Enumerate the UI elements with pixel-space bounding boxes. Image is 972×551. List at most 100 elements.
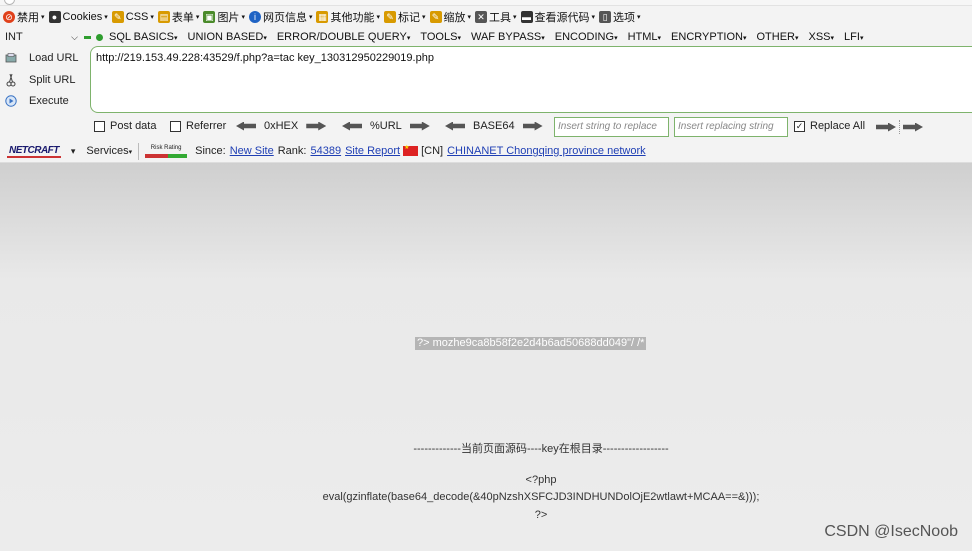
tools-icon: ✕	[475, 11, 488, 23]
replace-arrow-icon[interactable]	[876, 122, 896, 132]
hex-label: 0xHEX	[264, 120, 299, 132]
toolbar1-item-1[interactable]: ● Cookies ▾	[48, 11, 108, 23]
hackbar-menu-1[interactable]: UNION BASED▾	[188, 31, 267, 43]
referrer-checkbox[interactable]: Referrer	[170, 120, 226, 132]
chevron-down-icon: ▾	[195, 14, 200, 21]
webdev-toolbar: ⊘ 禁用 ▾ ● Cookies ▾ ✎ CSS ▾ ▤ 表单 ▾ ▣ 图片 ▾ i 网页信息 ▾ ▦ 其他功能 ▾ ✎ 标…	[0, 6, 972, 28]
hex-encode-arrow-icon[interactable]	[306, 121, 327, 131]
toolbar1-item-label: 表单	[171, 12, 194, 24]
toolbar1-item-6[interactable]: ▦ 其他功能 ▾	[316, 9, 380, 25]
url-decode-arrow-icon[interactable]	[342, 121, 362, 131]
toolbar1-item-11[interactable]: ▯ 选项 ▾	[599, 9, 641, 25]
chevron-down-icon: ▾	[457, 35, 461, 42]
services-menu[interactable]: Services▾	[86, 145, 132, 157]
code-close-tag: ?>	[534, 509, 548, 521]
insert-string-placeholder: Insert string to replace	[558, 121, 657, 132]
site-report-link[interactable]: Site Report	[345, 145, 400, 157]
chevron-down-icon: ▾	[41, 14, 45, 21]
hackbar-menu-8[interactable]: OTHER▾	[756, 31, 798, 43]
toolbar1-item-label: 其他功能	[330, 12, 375, 24]
post-data-box[interactable]	[94, 120, 105, 132]
int-select-value: INT	[5, 31, 23, 43]
post-data-label: Post data	[110, 120, 157, 132]
chevron-down-icon: ▾	[421, 14, 426, 21]
hackbar-menu-label: SQL BASICS	[109, 31, 175, 43]
base64-encode-arrow-icon[interactable]	[522, 121, 543, 131]
chevron-down-icon: ▾	[591, 14, 596, 21]
person-icon: ●	[48, 11, 61, 23]
decrease-icon[interactable]	[96, 33, 103, 41]
toolbar1-item-label: 选项	[613, 12, 636, 24]
post-data-checkbox[interactable]: Post data	[94, 120, 156, 132]
chevron-down-icon: ▾	[406, 35, 411, 42]
chevron-down-icon: ▾	[830, 35, 835, 42]
execute-label: Execute	[29, 95, 69, 107]
risk-rating-label: Risk Rating	[150, 145, 182, 151]
toolbar1-item-label: 工具	[489, 12, 512, 24]
hackbar-menu-label: ENCODING	[554, 31, 615, 43]
replace-arrow-2-icon[interactable]	[903, 122, 923, 132]
increase-icon[interactable]	[84, 35, 91, 39]
since-link[interactable]: New Site	[230, 145, 274, 157]
toolbar1-item-7[interactable]: ✎ 标记 ▾	[383, 9, 426, 25]
load-url-label: Load URL	[29, 52, 79, 64]
hackbar-menu-5[interactable]: ENCODING▾	[555, 31, 618, 43]
chevron-down-icon: ▾	[104, 14, 108, 21]
hackbar-menu-7[interactable]: ENCRYPTION▾	[671, 31, 746, 43]
hackbar-menu-2[interactable]: ERROR/DOUBLE QUERY▾	[277, 31, 411, 43]
hackbar-menu-3[interactable]: TOOLS▾	[420, 31, 461, 43]
toolbar1-item-label: 图片	[217, 12, 240, 24]
chevron-down-icon: ▾	[150, 14, 154, 21]
divider	[138, 142, 140, 160]
hackbar-menu-label: XSS	[808, 31, 831, 43]
load-url-button[interactable]: Load URL	[4, 49, 79, 67]
toolbar1-item-9[interactable]: ✕ 工具 ▾	[475, 9, 517, 25]
toolbar1-item-10[interactable]: ▬ 查看源代码 ▾	[520, 9, 596, 25]
toolbar1-item-2[interactable]: ✎ CSS ▾	[111, 11, 154, 23]
base64-group: BASE64	[445, 120, 543, 132]
int-type-select[interactable]: INT ⌵	[3, 29, 81, 45]
replacing-string-placeholder: Insert replacing string	[678, 121, 774, 132]
url-input[interactable]: http://219.153.49.228:43529/f.php?a=tac …	[90, 46, 972, 113]
rank-link[interactable]: 54389	[310, 145, 341, 157]
risk-rating-meter[interactable]: Risk Rating	[145, 144, 188, 158]
toolbar1-item-5[interactable]: i 网页信息 ▾	[248, 9, 312, 25]
chevron-down-icon[interactable]: ▾	[71, 146, 76, 157]
url-encode-arrow-icon[interactable]	[409, 121, 430, 131]
toolbar1-item-3[interactable]: ▤ 表单 ▾	[157, 9, 200, 25]
netcraft-logo[interactable]: NETCRAFT	[7, 145, 61, 158]
page-content: ?> mozhe9ca8b58f2e2d4b6ad50688dd049"/ /*…	[0, 163, 972, 551]
replace-all-box[interactable]: ✓	[794, 120, 805, 132]
hackbar-menu-0[interactable]: SQL BASICS▾	[109, 31, 178, 43]
hackbar-menu-4[interactable]: WAF BYPASS▾	[471, 31, 545, 43]
split-url-button[interactable]: Split URL	[4, 71, 75, 89]
network-link[interactable]: CHINANET Chongqing province network	[447, 145, 646, 157]
toolbar1-item-4[interactable]: ▣ 图片 ▾	[203, 9, 245, 25]
hex-decode-arrow-icon[interactable]	[236, 121, 256, 131]
chevron-down-icon: ▾	[467, 14, 472, 21]
hackbar-menu-label: UNION BASED	[187, 31, 264, 43]
hackbar-menu-10[interactable]: LFI▾	[844, 31, 863, 43]
chevron-down-icon: ▾	[541, 35, 545, 42]
hackbar-menu-label: LFI	[844, 31, 860, 43]
referrer-label: Referrer	[186, 120, 227, 132]
replace-all-checkbox[interactable]: ✓ Replace All	[794, 120, 865, 132]
hackbar-menu-bar: INT ⌵ SQL BASICS▾ UNION BASED▾ ERROR/DOUBL…	[0, 28, 972, 46]
replacing-string-input[interactable]: Insert replacing string	[674, 117, 788, 137]
execute-button[interactable]: Execute	[4, 92, 69, 110]
toolbar1-item-0[interactable]: ⊘ 禁用 ▾	[3, 9, 45, 25]
toolbar1-item-label: 禁用	[17, 12, 39, 24]
hackbar-menu-label: HTML	[627, 31, 658, 43]
csdn-watermark: CSDN @IsecNoob	[824, 523, 958, 540]
zoom-icon: ✎	[429, 11, 442, 23]
country-code: [CN]	[421, 145, 444, 157]
referrer-box[interactable]	[170, 120, 181, 132]
hackbar-menu-9[interactable]: XSS▾	[809, 31, 835, 43]
hackbar-menu-6[interactable]: HTML▾	[628, 31, 661, 43]
base64-decode-arrow-icon[interactable]	[445, 121, 465, 131]
rank-label: Rank:	[277, 145, 307, 157]
source-icon: ▬	[520, 11, 533, 23]
insert-string-input[interactable]: Insert string to replace	[554, 117, 669, 137]
toolbar1-item-8[interactable]: ✎ 缩放 ▾	[429, 9, 472, 25]
chevron-down-icon: ▾	[742, 35, 747, 42]
